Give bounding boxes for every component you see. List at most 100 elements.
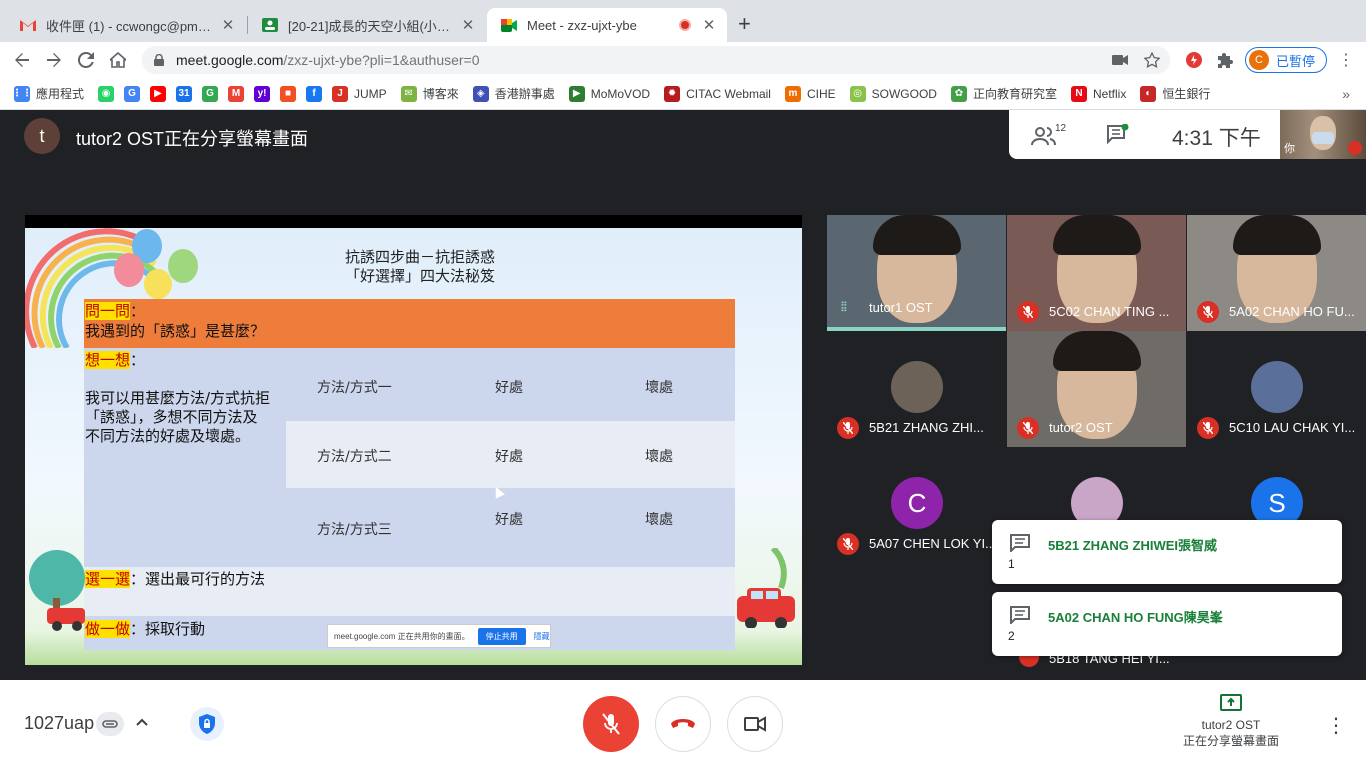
bookmark-label: 博客來 — [422, 87, 459, 101]
participant-tile[interactable]: tutor2 OST — [1007, 331, 1186, 447]
bookmarks-overflow-icon[interactable]: » — [1342, 86, 1350, 102]
bookmark-item[interactable]: ◈ 香港辦事處 — [472, 85, 555, 102]
bookmark-item[interactable]: ⋮⋮ 應用程式 — [12, 85, 84, 102]
more-options-icon[interactable]: ⋮ — [1326, 713, 1346, 738]
step2-heading: 想一想： — [85, 349, 145, 370]
bookmark-item[interactable]: ■ — [280, 85, 297, 102]
tab-meet[interactable]: Meet - zxz-ujxt-ybe ✕ — [487, 8, 727, 42]
self-view-tile[interactable]: 你 — [1280, 110, 1366, 159]
bookmark-item[interactable]: f — [306, 85, 323, 102]
leaf-icon: ✿ — [950, 85, 967, 102]
jump-icon: J — [332, 85, 349, 102]
bookmark-label: Netflix — [1093, 86, 1127, 101]
mic-toggle-button[interactable] — [583, 696, 639, 752]
slide-title-line1: 抗誘四步曲－抗拒誘惑 — [344, 248, 495, 266]
close-tab-icon[interactable]: ✕ — [220, 16, 236, 34]
puzzle-extensions-icon[interactable] — [1216, 50, 1236, 70]
forward-button[interactable] — [42, 48, 66, 72]
step1-label: 問一問 — [85, 302, 131, 320]
momo-icon: ▶ — [568, 85, 585, 102]
bookmark-item[interactable]: ◉ — [98, 85, 115, 102]
back-button[interactable] — [10, 48, 34, 72]
chat-notification[interactable]: 5A02 CHAN HO FUNG陳昊峯 2 — [992, 592, 1342, 656]
hide-notice-button[interactable]: 隱藏 — [534, 631, 550, 642]
bookmark-item[interactable]: ✉ 博客來 — [400, 85, 459, 102]
participant-tile[interactable]: ⦙⦙ tutor1 OST — [827, 215, 1006, 331]
bookmark-item[interactable]: ◎ SOWGOOD — [849, 85, 937, 102]
new-tab-button[interactable]: + — [738, 13, 751, 35]
self-mute-icon — [1348, 141, 1362, 155]
bookmark-item[interactable]: m CIHE — [784, 85, 836, 102]
bookmark-item[interactable]: ◐ 恒生銀行 — [1140, 85, 1210, 102]
step1-colon: ： — [130, 302, 146, 320]
bookmark-item[interactable]: 31 — [176, 85, 193, 102]
attachment-icon[interactable] — [96, 712, 124, 736]
pro-cell: 好處 — [495, 380, 523, 396]
star-bookmark-icon[interactable] — [1143, 51, 1161, 71]
tab-title: 收件匣 (1) - ccwongc@pmcps.e — [46, 18, 214, 34]
participant-count: 12 — [1055, 123, 1067, 134]
camera-toggle-button[interactable] — [727, 696, 783, 752]
bookmark-item[interactable]: y! — [254, 85, 271, 102]
bookmark-item[interactable]: ✿ 正向教育研究室 — [950, 85, 1057, 102]
mic-off-icon — [1017, 417, 1039, 439]
lock-icon — [154, 54, 164, 66]
reload-button[interactable] — [74, 48, 98, 72]
step2-colon: ： — [130, 351, 146, 369]
books-icon: ✉ — [400, 85, 417, 102]
bookmark-item[interactable]: G — [202, 85, 219, 102]
chevron-up-icon[interactable] — [134, 714, 150, 735]
step1-text: 我遇到的「誘惑」是甚麼？ — [85, 322, 266, 340]
extension-red-icon[interactable] — [1184, 50, 1204, 70]
participant-tile[interactable]: 5B21 ZHANG ZHI... — [827, 331, 1006, 447]
present-screen-icon — [1220, 694, 1242, 711]
shared-screen[interactable]: 抗誘四步曲－抗拒誘惑 「好選擇」四大法秘笈 問一問： 我遇到的「誘惑」是甚麼？ … — [25, 215, 802, 665]
notification-sender: 5B21 ZHANG ZHIWEI張智威 — [1048, 538, 1218, 553]
host-controls-button[interactable] — [190, 707, 224, 741]
end-call-button[interactable] — [655, 696, 711, 752]
meeting-code[interactable]: 1027uap — [24, 713, 94, 734]
bookmark-label: 恒生銀行 — [1162, 87, 1211, 101]
self-label: 你 — [1284, 143, 1295, 155]
chat-button[interactable] — [1107, 123, 1129, 145]
participant-tile[interactable]: 5A02 CHAN HO FU... — [1187, 215, 1366, 331]
step3-heading: 選一選：選出最可行的方法 — [85, 568, 265, 589]
bookmark-label: 正向教育研究室 — [972, 87, 1057, 101]
meet-stage: t tutor2 OST正在分享螢幕畫面 12 4:31 下午 你 抗誘四步曲－… — [0, 110, 1366, 768]
method-cell: 方法/方式三 — [317, 522, 392, 538]
presenting-indicator[interactable]: tutor2 OST 正在分享螢幕畫面 — [1170, 692, 1292, 749]
bookmark-item[interactable]: M — [228, 85, 245, 102]
close-tab-icon[interactable]: ✕ — [460, 16, 476, 34]
step2-text-line: 我可以用甚麼方法/方式抗拒 — [85, 389, 271, 407]
profile-status: 已暫停 — [1276, 53, 1316, 69]
participant-tile[interactable]: 5C10 LAU CHAK YI... — [1187, 331, 1366, 447]
close-tab-icon[interactable]: ✕ — [701, 16, 717, 34]
avatar: C — [1249, 50, 1269, 70]
chat-icon — [1107, 123, 1129, 145]
address-bar[interactable]: meet.google.com/zxz-ujxt-ybe?pli=1&authu… — [142, 46, 1170, 74]
tab-gmail[interactable]: 收件匣 (1) - ccwongc@pmcps.e ✕ — [6, 8, 246, 42]
tab-classroom[interactable]: [20-21]成長的天空小組(小五) ✕ — [248, 8, 486, 42]
chat-notification[interactable]: 5B21 ZHANG ZHIWEI張智威 1 — [992, 520, 1342, 584]
bookmark-item[interactable]: N Netflix — [1071, 85, 1127, 102]
profile-button[interactable]: C 已暫停 — [1245, 47, 1327, 73]
home-button[interactable] — [106, 48, 130, 72]
reload-icon — [78, 52, 94, 68]
participant-tile[interactable]: C 5A07 CHEN LOK YI... — [827, 447, 1006, 563]
mic-off-icon — [837, 533, 859, 555]
bookmark-item[interactable]: ▶ — [150, 85, 167, 102]
camera-icon[interactable] — [1112, 53, 1128, 69]
bookmark-item[interactable]: ▶ MoMoVOD — [568, 85, 650, 102]
slide-title-line2: 「好選擇」四大法秘笈 — [344, 267, 495, 285]
chrome-menu-icon[interactable]: ⋮ — [1336, 50, 1356, 70]
participant-tile[interactable]: 5C02 CHAN TING ... — [1007, 215, 1186, 331]
participant-name: 5B21 ZHANG ZHI... — [869, 420, 984, 435]
bookmark-item[interactable]: ✹ CITAC Webmail — [664, 85, 771, 102]
stop-sharing-button[interactable]: 停止共用 — [477, 627, 526, 645]
browser-toolbar: meet.google.com/zxz-ujxt-ybe?pli=1&authu… — [0, 42, 1366, 78]
car-decoration — [737, 548, 795, 628]
bookmark-item[interactable]: J JUMP — [332, 85, 387, 102]
speaking-indicator-icon: ⦙⦙ — [841, 299, 847, 314]
participant-name: tutor2 OST — [1049, 420, 1113, 435]
bookmark-item[interactable]: G — [124, 85, 141, 102]
